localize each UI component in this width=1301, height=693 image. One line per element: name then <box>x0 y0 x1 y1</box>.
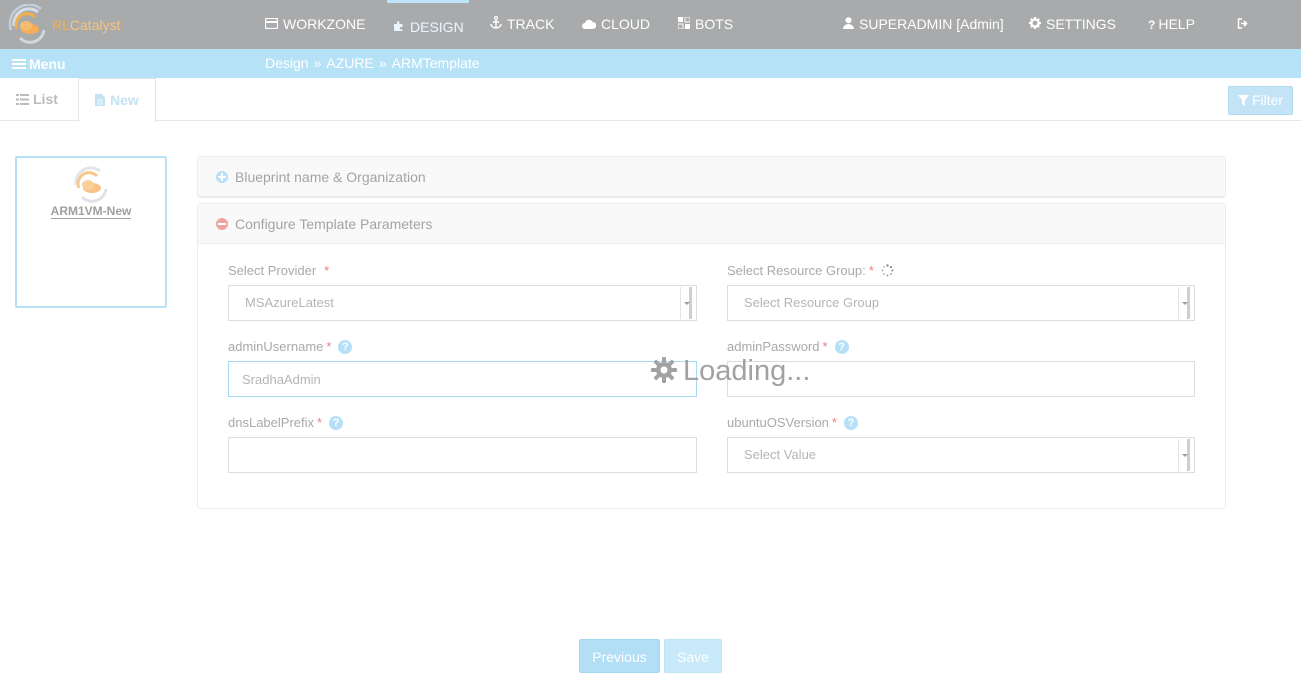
help-icon[interactable]: ? <box>834 340 849 354</box>
filter-button[interactable]: Filter <box>1228 86 1293 115</box>
nav-track[interactable]: TRACK <box>490 0 554 49</box>
breadcrumb-separator: » <box>378 55 387 71</box>
previous-button[interactable]: Previous <box>579 639 660 673</box>
provider-label: Select Provider * <box>228 263 330 278</box>
gear-icon <box>651 357 677 383</box>
dns-label-prefix-input[interactable] <box>228 437 697 473</box>
anchor-icon <box>490 1 502 49</box>
spinner-icon <box>881 264 894 280</box>
help-icon[interactable]: ? <box>338 340 353 354</box>
logout-button[interactable] <box>1237 0 1254 49</box>
ubuntu-os-version-label: ubuntuOSVersion *? <box>727 415 858 430</box>
dns-label-prefix-label: dnsLabelPrefix *? <box>228 415 344 430</box>
nav-workzone[interactable]: WORKZONE <box>264 0 365 49</box>
logo-swirl-icon <box>8 4 46 44</box>
chevron-down-icon <box>1178 287 1190 319</box>
panel-title: Blueprint name & Organization <box>235 169 426 185</box>
list-icon <box>16 94 29 105</box>
card-icon <box>264 1 279 49</box>
logo-text: RLCatalyst <box>52 17 121 33</box>
provider-select[interactable]: MSAzureLatest <box>228 285 697 321</box>
blueprint-name-panel: Blueprint name & Organization <box>197 156 1226 198</box>
breadcrumb: Design» AZURE» ARMTemplate <box>265 49 480 78</box>
help-icon[interactable]: ? <box>329 416 344 430</box>
question-icon: ? <box>1148 18 1156 32</box>
hamburger-icon <box>12 59 26 69</box>
ubuntu-os-version-select[interactable]: Select Value <box>727 437 1195 473</box>
user-icon <box>843 1 854 49</box>
admin-password-label: adminPassword *? <box>727 339 849 354</box>
plus-circle-icon <box>216 171 228 183</box>
tab-list[interactable]: List <box>0 78 74 121</box>
file-icon <box>95 94 105 106</box>
gear-icon <box>1029 1 1041 49</box>
breadcrumb-separator: » <box>313 55 322 71</box>
user-menu[interactable]: SUPERADMIN [Admin] <box>843 0 1004 49</box>
resource-group-label: Select Resource Group: * <box>727 263 894 280</box>
menu-toggle-button[interactable]: Menu <box>12 49 66 79</box>
blueprint-logo-icon <box>74 166 108 203</box>
chevron-down-icon <box>1178 439 1190 471</box>
bots-icon <box>677 1 691 49</box>
nav-cloud[interactable]: CLOUD <box>582 0 650 49</box>
blueprint-card[interactable]: ARM1VM-New <box>15 156 167 308</box>
top-navbar: RLCatalyst WORKZONE DESIGN TRACK CLOUD B… <box>0 0 1301 49</box>
admin-username-input[interactable] <box>228 361 697 397</box>
minus-circle-icon <box>216 218 228 230</box>
tab-new[interactable]: New <box>78 78 156 122</box>
resource-group-select[interactable]: Select Resource Group <box>727 285 1195 321</box>
loading-indicator: Loading... <box>651 355 810 388</box>
admin-username-label: adminUsername *? <box>228 339 353 354</box>
template-parameters-panel-header[interactable]: Configure Template Parameters <box>198 204 1225 244</box>
nav-design[interactable]: DESIGN <box>387 0 469 49</box>
panel-title: Configure Template Parameters <box>235 216 433 232</box>
help-icon[interactable]: ? <box>843 416 858 430</box>
settings-menu[interactable]: SETTINGS <box>1029 0 1116 49</box>
breadcrumb-bar: Menu Design» AZURE» ARMTemplate <box>0 49 1301 78</box>
chevron-down-icon <box>680 287 692 319</box>
blueprint-name-panel-header[interactable]: Blueprint name & Organization <box>198 157 1225 197</box>
breadcrumb-azure[interactable]: AZURE <box>326 55 373 71</box>
sign-out-icon <box>1237 1 1249 49</box>
rlcatalyst-logo[interactable]: RLCatalyst <box>8 4 128 46</box>
save-button[interactable]: Save <box>664 639 722 673</box>
help-menu[interactable]: ? HELP <box>1148 0 1195 49</box>
puzzle-icon <box>393 4 405 52</box>
tab-row: List New Filter <box>0 78 1301 122</box>
breadcrumb-armtemplate: ARMTemplate <box>391 55 480 71</box>
filter-icon <box>1237 95 1249 106</box>
cloud-icon <box>582 1 597 49</box>
blueprint-name[interactable]: ARM1VM-New <box>17 204 165 219</box>
breadcrumb-design[interactable]: Design <box>265 55 309 71</box>
nav-bots[interactable]: BOTS <box>677 0 733 49</box>
